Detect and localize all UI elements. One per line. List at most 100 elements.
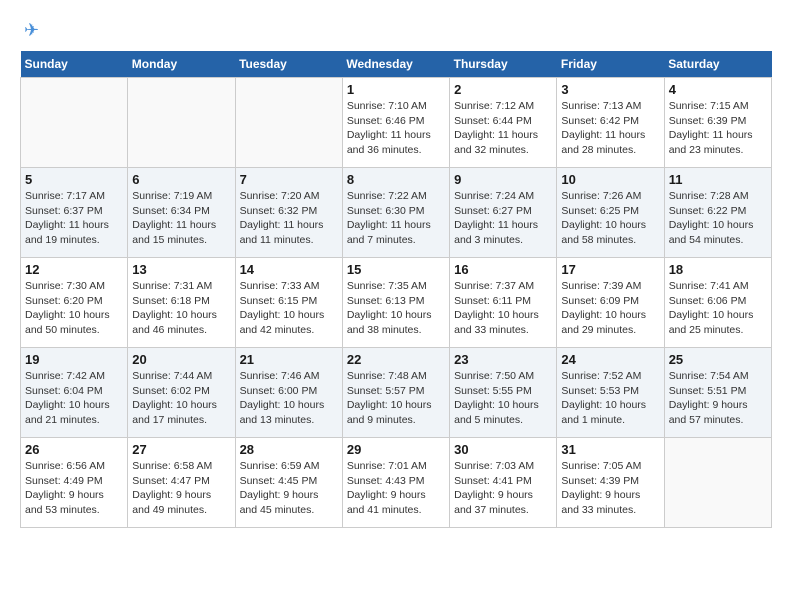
day-number: 9 <box>454 172 552 187</box>
calendar-cell: 1Sunrise: 7:10 AM Sunset: 6:46 PM Daylig… <box>342 78 449 168</box>
calendar-cell: 12 Sunrise: 7:30 AM Sunset: 6:20 PM Dayli… <box>21 258 128 348</box>
calendar-cell: 19 Sunrise: 7:42 AM Sunset: 6:04 PM Dayli… <box>21 348 128 438</box>
calendar-cell: 16Sunrise: 7:37 AM Sunset: 6:11 PM Dayli… <box>450 258 557 348</box>
calendar-cell: 14 Sunrise: 7:33 AM Sunset: 6:15 PM Dayli… <box>235 258 342 348</box>
day-number: 15 <box>347 262 445 277</box>
calendar-cell: 4Sunrise: 7:15 AM Sunset: 6:39 PM Daylig… <box>664 78 771 168</box>
day-info: Sunrise: 7:22 AM Sunset: 6:30 PM Dayligh… <box>347 189 445 248</box>
day-info: Sunrise: 6:56 AM Sunset: 4:49 PM Dayligh… <box>25 459 123 518</box>
day-number: 3 <box>561 82 659 97</box>
day-info: Sunrise: 7:30 AM Sunset: 6:20 PM Dayligh… <box>25 279 123 338</box>
day-number: 25 <box>669 352 767 367</box>
day-header-thursday: Thursday <box>450 51 557 78</box>
day-info: Sunrise: 7:44 AM Sunset: 6:02 PM Dayligh… <box>132 369 230 428</box>
day-number: 29 <box>347 442 445 457</box>
calendar-cell: 3 Sunrise: 7:13 AM Sunset: 6:42 PM Daylig… <box>557 78 664 168</box>
calendar-cell <box>235 78 342 168</box>
day-header-monday: Monday <box>128 51 235 78</box>
day-info: Sunrise: 7:39 AM Sunset: 6:09 PM Dayligh… <box>561 279 659 338</box>
calendar-cell: 25 Sunrise: 7:54 AM Sunset: 5:51 PM Dayli… <box>664 348 771 438</box>
day-number: 11 <box>669 172 767 187</box>
calendar-cell <box>21 78 128 168</box>
calendar-cell: 28 Sunrise: 6:59 AM Sunset: 4:45 PM Dayli… <box>235 438 342 528</box>
calendar-table: SundayMondayTuesdayWednesdayThursdayFrid… <box>20 51 772 528</box>
day-info: Sunrise: 7:41 AM Sunset: 6:06 PM Dayligh… <box>669 279 767 338</box>
week-row-2: 5Sunrise: 7:17 AM Sunset: 6:37 PM Daylig… <box>21 168 772 258</box>
calendar-cell <box>128 78 235 168</box>
day-info: Sunrise: 7:26 AM Sunset: 6:25 PM Dayligh… <box>561 189 659 248</box>
calendar-cell: 17 Sunrise: 7:39 AM Sunset: 6:09 PM Dayli… <box>557 258 664 348</box>
day-number: 20 <box>132 352 230 367</box>
day-number: 8 <box>347 172 445 187</box>
day-info: Sunrise: 7:35 AM Sunset: 6:13 PM Dayligh… <box>347 279 445 338</box>
day-number: 26 <box>25 442 123 457</box>
day-number: 5 <box>25 172 123 187</box>
calendar-cell: 31Sunrise: 7:05 AM Sunset: 4:39 PM Dayli… <box>557 438 664 528</box>
calendar-cell: 7 Sunrise: 7:20 AM Sunset: 6:32 PM Daylig… <box>235 168 342 258</box>
calendar-cell: 15 Sunrise: 7:35 AM Sunset: 6:13 PM Dayli… <box>342 258 449 348</box>
logo-plane-icon: ✈ <box>24 20 39 41</box>
day-info: Sunrise: 6:58 AM Sunset: 4:47 PM Dayligh… <box>132 459 230 518</box>
day-number: 10 <box>561 172 659 187</box>
day-number: 19 <box>25 352 123 367</box>
day-number: 12 <box>25 262 123 277</box>
page-header: ✈ <box>20 20 772 41</box>
day-info: Sunrise: 7:03 AM Sunset: 4:41 PM Dayligh… <box>454 459 552 518</box>
day-info: Sunrise: 7:05 AM Sunset: 4:39 PM Dayligh… <box>561 459 659 518</box>
calendar-cell: 18 Sunrise: 7:41 AM Sunset: 6:06 PM Dayli… <box>664 258 771 348</box>
week-row-4: 19 Sunrise: 7:42 AM Sunset: 6:04 PM Dayli… <box>21 348 772 438</box>
day-number: 22 <box>347 352 445 367</box>
calendar-cell: 13 Sunrise: 7:31 AM Sunset: 6:18 PM Dayli… <box>128 258 235 348</box>
days-header-row: SundayMondayTuesdayWednesdayThursdayFrid… <box>21 51 772 78</box>
week-row-1: 1Sunrise: 7:10 AM Sunset: 6:46 PM Daylig… <box>21 78 772 168</box>
day-info: Sunrise: 6:59 AM Sunset: 4:45 PM Dayligh… <box>240 459 338 518</box>
day-number: 1 <box>347 82 445 97</box>
day-number: 18 <box>669 262 767 277</box>
day-info: Sunrise: 7:01 AM Sunset: 4:43 PM Dayligh… <box>347 459 445 518</box>
calendar-cell: 8 Sunrise: 7:22 AM Sunset: 6:30 PM Daylig… <box>342 168 449 258</box>
day-number: 28 <box>240 442 338 457</box>
day-info: Sunrise: 7:20 AM Sunset: 6:32 PM Dayligh… <box>240 189 338 248</box>
calendar-cell: 22 Sunrise: 7:48 AM Sunset: 5:57 PM Dayli… <box>342 348 449 438</box>
day-header-sunday: Sunday <box>21 51 128 78</box>
day-number: 6 <box>132 172 230 187</box>
day-info: Sunrise: 7:24 AM Sunset: 6:27 PM Dayligh… <box>454 189 552 248</box>
day-info: Sunrise: 7:33 AM Sunset: 6:15 PM Dayligh… <box>240 279 338 338</box>
day-info: Sunrise: 7:54 AM Sunset: 5:51 PM Dayligh… <box>669 369 767 428</box>
day-number: 24 <box>561 352 659 367</box>
day-info: Sunrise: 7:48 AM Sunset: 5:57 PM Dayligh… <box>347 369 445 428</box>
day-info: Sunrise: 7:13 AM Sunset: 6:42 PM Dayligh… <box>561 99 659 158</box>
day-info: Sunrise: 7:28 AM Sunset: 6:22 PM Dayligh… <box>669 189 767 248</box>
calendar-cell: 2 Sunrise: 7:12 AM Sunset: 6:44 PM Daylig… <box>450 78 557 168</box>
day-number: 17 <box>561 262 659 277</box>
day-header-tuesday: Tuesday <box>235 51 342 78</box>
calendar-cell: 24 Sunrise: 7:52 AM Sunset: 5:53 PM Dayli… <box>557 348 664 438</box>
day-info: Sunrise: 7:52 AM Sunset: 5:53 PM Dayligh… <box>561 369 659 428</box>
day-number: 14 <box>240 262 338 277</box>
day-info: Sunrise: 7:46 AM Sunset: 6:00 PM Dayligh… <box>240 369 338 428</box>
day-number: 13 <box>132 262 230 277</box>
calendar-cell: 6Sunrise: 7:19 AM Sunset: 6:34 PM Daylig… <box>128 168 235 258</box>
calendar-cell: 11 Sunrise: 7:28 AM Sunset: 6:22 PM Dayli… <box>664 168 771 258</box>
week-row-3: 12 Sunrise: 7:30 AM Sunset: 6:20 PM Dayli… <box>21 258 772 348</box>
day-number: 27 <box>132 442 230 457</box>
day-info: Sunrise: 7:31 AM Sunset: 6:18 PM Dayligh… <box>132 279 230 338</box>
logo: ✈ <box>20 20 39 41</box>
calendar-cell: 9 Sunrise: 7:24 AM Sunset: 6:27 PM Daylig… <box>450 168 557 258</box>
week-row-5: 26 Sunrise: 6:56 AM Sunset: 4:49 PM Dayli… <box>21 438 772 528</box>
calendar-cell: 27 Sunrise: 6:58 AM Sunset: 4:47 PM Dayli… <box>128 438 235 528</box>
calendar-cell: 30 Sunrise: 7:03 AM Sunset: 4:41 PM Dayli… <box>450 438 557 528</box>
day-info: Sunrise: 7:50 AM Sunset: 5:55 PM Dayligh… <box>454 369 552 428</box>
day-number: 30 <box>454 442 552 457</box>
day-info: Sunrise: 7:42 AM Sunset: 6:04 PM Dayligh… <box>25 369 123 428</box>
calendar-cell: 20 Sunrise: 7:44 AM Sunset: 6:02 PM Dayli… <box>128 348 235 438</box>
day-number: 7 <box>240 172 338 187</box>
day-info: Sunrise: 7:12 AM Sunset: 6:44 PM Dayligh… <box>454 99 552 158</box>
calendar-cell: 29 Sunrise: 7:01 AM Sunset: 4:43 PM Dayli… <box>342 438 449 528</box>
day-number: 23 <box>454 352 552 367</box>
day-number: 2 <box>454 82 552 97</box>
calendar-cell: 26 Sunrise: 6:56 AM Sunset: 4:49 PM Dayli… <box>21 438 128 528</box>
calendar-cell: 21 Sunrise: 7:46 AM Sunset: 6:00 PM Dayli… <box>235 348 342 438</box>
day-number: 21 <box>240 352 338 367</box>
day-number: 4 <box>669 82 767 97</box>
